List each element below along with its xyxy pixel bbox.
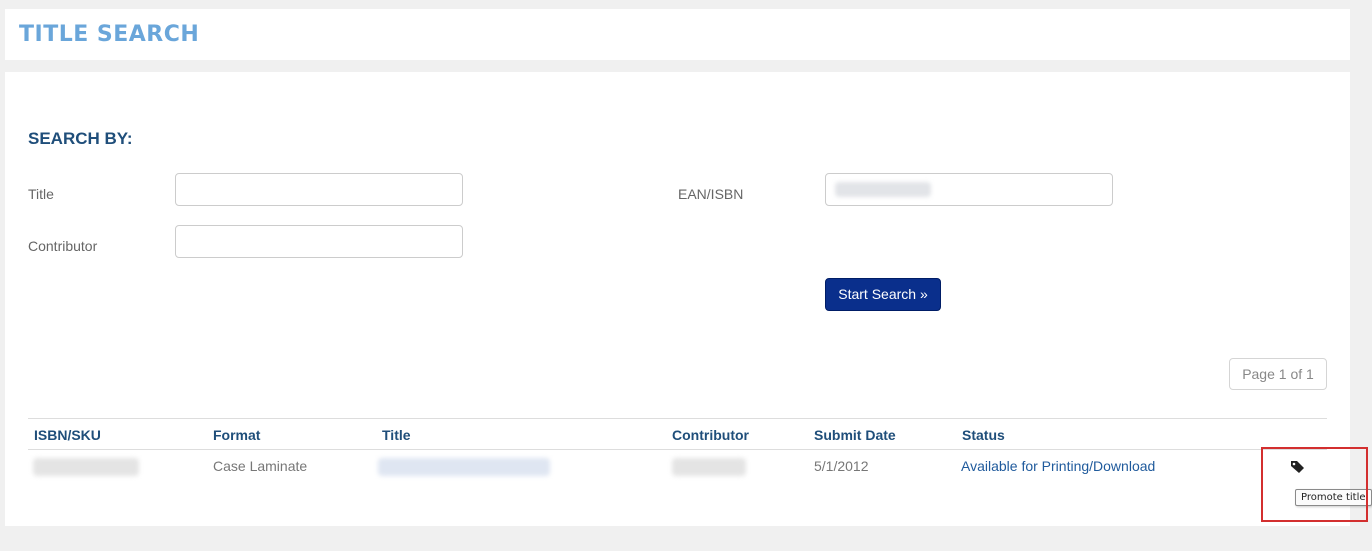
contributor-input[interactable]	[175, 225, 463, 258]
column-header-isbn-sku: ISBN/SKU	[34, 427, 101, 443]
page-indicator: Page 1 of 1	[1229, 358, 1327, 390]
column-header-contributor: Contributor	[672, 427, 749, 443]
table-divider	[28, 449, 1327, 450]
page-title: TITLE SEARCH	[19, 22, 200, 47]
search-by-heading: SEARCH BY:	[28, 129, 133, 148]
column-header-submit-date: Submit Date	[814, 427, 896, 443]
tag-icon[interactable]	[1290, 460, 1306, 474]
start-search-button[interactable]: Start Search »	[825, 278, 941, 311]
redacted-isbn-cell	[33, 458, 139, 476]
column-header-format: Format	[213, 427, 261, 443]
ean-isbn-label: EAN/ISBN	[678, 186, 744, 202]
column-header-status: Status	[962, 427, 1005, 443]
redacted-contributor-cell	[672, 458, 746, 476]
submit-date-cell: 5/1/2012	[814, 458, 869, 474]
header-panel: TITLE SEARCH	[5, 9, 1350, 60]
format-cell: Case Laminate	[213, 458, 308, 474]
status-link[interactable]: Available for Printing/Download	[961, 458, 1155, 474]
column-header-title: Title	[382, 427, 411, 443]
search-panel: SEARCH BY: Title Contributor EAN/ISBN St…	[5, 72, 1350, 526]
ean-isbn-input[interactable]	[825, 173, 1113, 206]
redacted-isbn-value	[835, 182, 931, 197]
title-label: Title	[28, 186, 54, 202]
redacted-title-link[interactable]	[378, 458, 550, 476]
contributor-label: Contributor	[28, 238, 98, 254]
table-divider	[28, 418, 1327, 419]
promote-title-tooltip: Promote title	[1295, 489, 1372, 506]
title-input[interactable]	[175, 173, 463, 206]
